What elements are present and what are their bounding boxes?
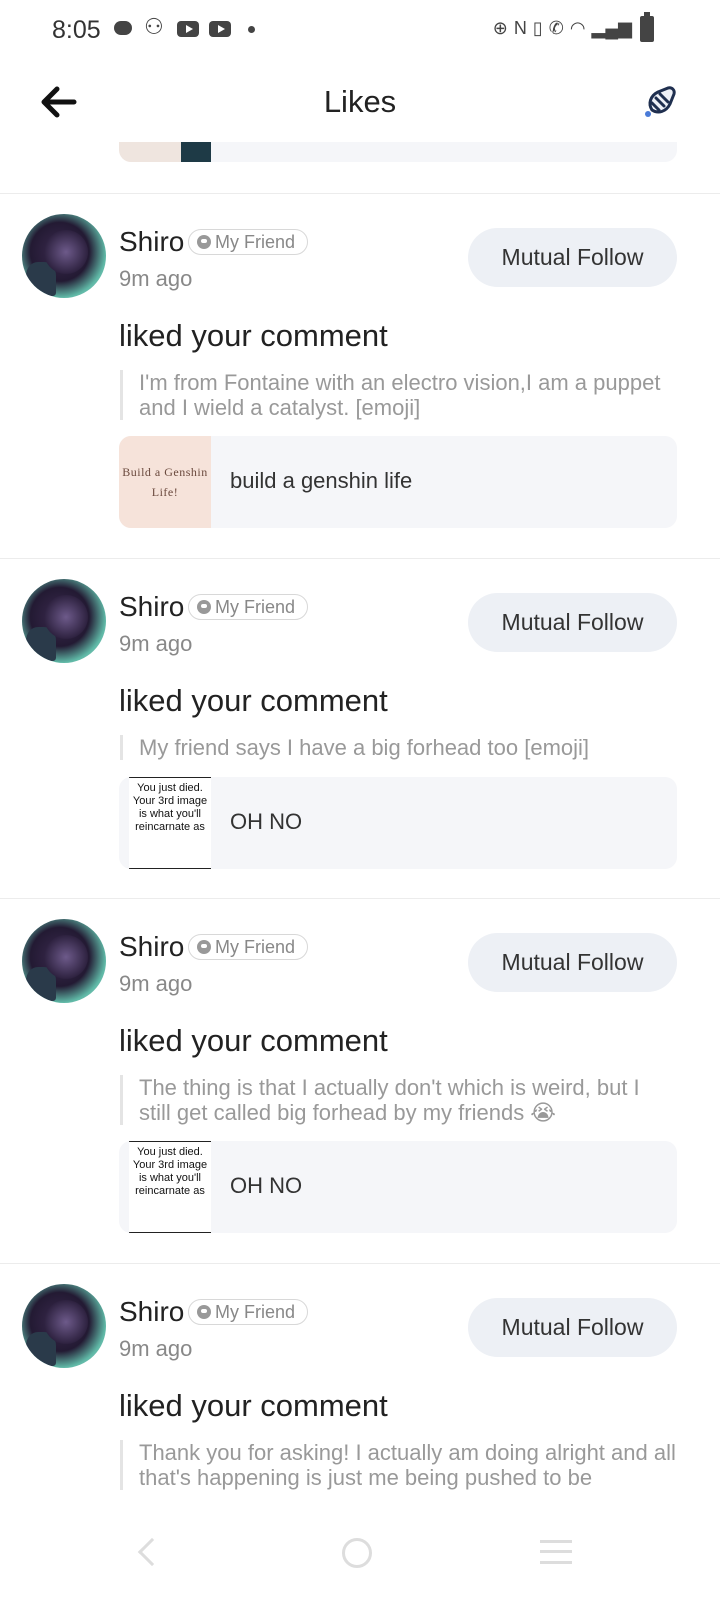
list-item[interactable]: Shiro My Friend 9m ago Mutual Follow lik…: [0, 194, 720, 559]
nav-recents-icon[interactable]: [540, 1540, 572, 1564]
friend-badge-label: My Friend: [215, 936, 296, 957]
comment-quote: My friend says I have a big forhead too …: [120, 735, 676, 760]
wifi-icon: ◠: [569, 18, 586, 38]
friend-icon: [197, 600, 211, 614]
timestamp: 9m ago: [119, 631, 193, 656]
mutual-follow-button[interactable]: Mutual Follow: [468, 593, 677, 652]
nav-back-icon[interactable]: [137, 1537, 167, 1567]
comment-quote: Thank you for asking! I actually am doin…: [120, 1440, 676, 1490]
user-name[interactable]: Shiro: [119, 591, 184, 623]
list-item[interactable]: Shiro My Friend 9m ago Mutual Follow lik…: [0, 559, 720, 899]
mutual-follow-button[interactable]: Mutual Follow: [468, 228, 677, 287]
friend-icon: [197, 1305, 211, 1319]
thumbnail-text: You just died. Your 3rd image is what yo…: [132, 782, 208, 833]
action-text: liked your comment: [119, 683, 388, 718]
post-card[interactable]: Build a Genshin Life! build a genshin li…: [119, 436, 677, 528]
notification-icons: [112, 14, 264, 40]
post-card[interactable]: You just died. Your 3rd image is what yo…: [119, 777, 677, 869]
thumbnail-text: You just died. Your 3rd image is what yo…: [132, 1146, 208, 1197]
action-text: liked your comment: [119, 1023, 388, 1058]
mutual-follow-button[interactable]: Mutual Follow: [468, 1298, 677, 1357]
friend-badge: My Friend: [188, 934, 309, 960]
broom-icon: [645, 86, 676, 117]
post-thumbnail: You just died. Your 3rd image is what yo…: [129, 1141, 211, 1233]
thumbnail-text: Build a Genshin Life!: [122, 465, 208, 499]
friend-badge-label: My Friend: [215, 231, 296, 252]
avatar[interactable]: [22, 1284, 106, 1368]
avatar[interactable]: [22, 579, 106, 663]
friend-icon: [197, 940, 211, 954]
action-text: liked your comment: [119, 318, 388, 353]
friend-badge: My Friend: [188, 1299, 309, 1325]
action-text: liked your comment: [119, 1388, 388, 1423]
friend-badge-label: My Friend: [215, 1301, 296, 1322]
nfc-icon: N: [513, 18, 527, 38]
timestamp: 9m ago: [119, 266, 193, 291]
friend-badge: My Friend: [188, 594, 309, 620]
likes-feed: Shiro My Friend 9m ago Mutual Follow lik…: [0, 142, 720, 1522]
bike-icon: [144, 14, 168, 40]
post-card[interactable]: [211, 142, 677, 162]
list-item[interactable]: [0, 142, 720, 194]
avatar[interactable]: [22, 919, 106, 1003]
data-saver-icon: ⊕: [492, 18, 508, 38]
chat-icon: [112, 18, 136, 40]
system-icons: ⊕ N ▯ ✆ ◠ ▂▄▆: [493, 18, 660, 39]
app-header: Likes: [0, 60, 720, 142]
nav-home-icon[interactable]: [342, 1538, 372, 1568]
status-time: 8:05: [52, 16, 101, 44]
clear-notifications-button[interactable]: [638, 80, 682, 124]
system-nav-bar: [0, 1522, 720, 1600]
user-name[interactable]: Shiro: [119, 931, 184, 963]
user-name[interactable]: Shiro: [119, 226, 184, 258]
post-thumbnail: [119, 142, 211, 162]
signal-icon: ▂▄▆: [591, 18, 632, 38]
youtube-icon: [176, 18, 200, 40]
battery-icon: [640, 12, 654, 42]
more-notifications-icon: [240, 18, 264, 40]
list-item[interactable]: Shiro My Friend 9m ago Mutual Follow lik…: [0, 899, 720, 1264]
page-title: Likes: [323, 84, 397, 119]
post-thumbnail: Build a Genshin Life!: [119, 436, 211, 528]
friend-badge-label: My Friend: [215, 596, 296, 617]
timestamp: 9m ago: [119, 971, 193, 996]
friend-icon: [197, 235, 211, 249]
post-card[interactable]: You just died. Your 3rd image is what yo…: [119, 1141, 677, 1233]
wifi-calling-icon: ✆: [548, 18, 564, 38]
status-bar: 8:05 ⊕ N ▯ ✆ ◠ ▂▄▆: [0, 0, 720, 60]
comment-quote: The thing is that I actually don't which…: [120, 1075, 676, 1125]
youtube-icon: [208, 18, 232, 40]
user-name[interactable]: Shiro: [119, 1296, 184, 1328]
timestamp: 9m ago: [119, 1336, 193, 1361]
list-item[interactable]: Shiro My Friend 9m ago Mutual Follow lik…: [0, 1264, 720, 1522]
vibrate-icon: ▯: [532, 18, 543, 38]
comment-quote: I'm from Fontaine with an electro vision…: [120, 370, 676, 420]
avatar[interactable]: [22, 214, 106, 298]
post-title: build a genshin life: [230, 468, 413, 493]
mutual-follow-button[interactable]: Mutual Follow: [468, 933, 677, 992]
post-title: OH NO: [230, 809, 303, 834]
post-thumbnail: You just died. Your 3rd image is what yo…: [129, 777, 211, 869]
post-title: OH NO: [230, 1173, 303, 1198]
friend-badge: My Friend: [188, 229, 309, 255]
